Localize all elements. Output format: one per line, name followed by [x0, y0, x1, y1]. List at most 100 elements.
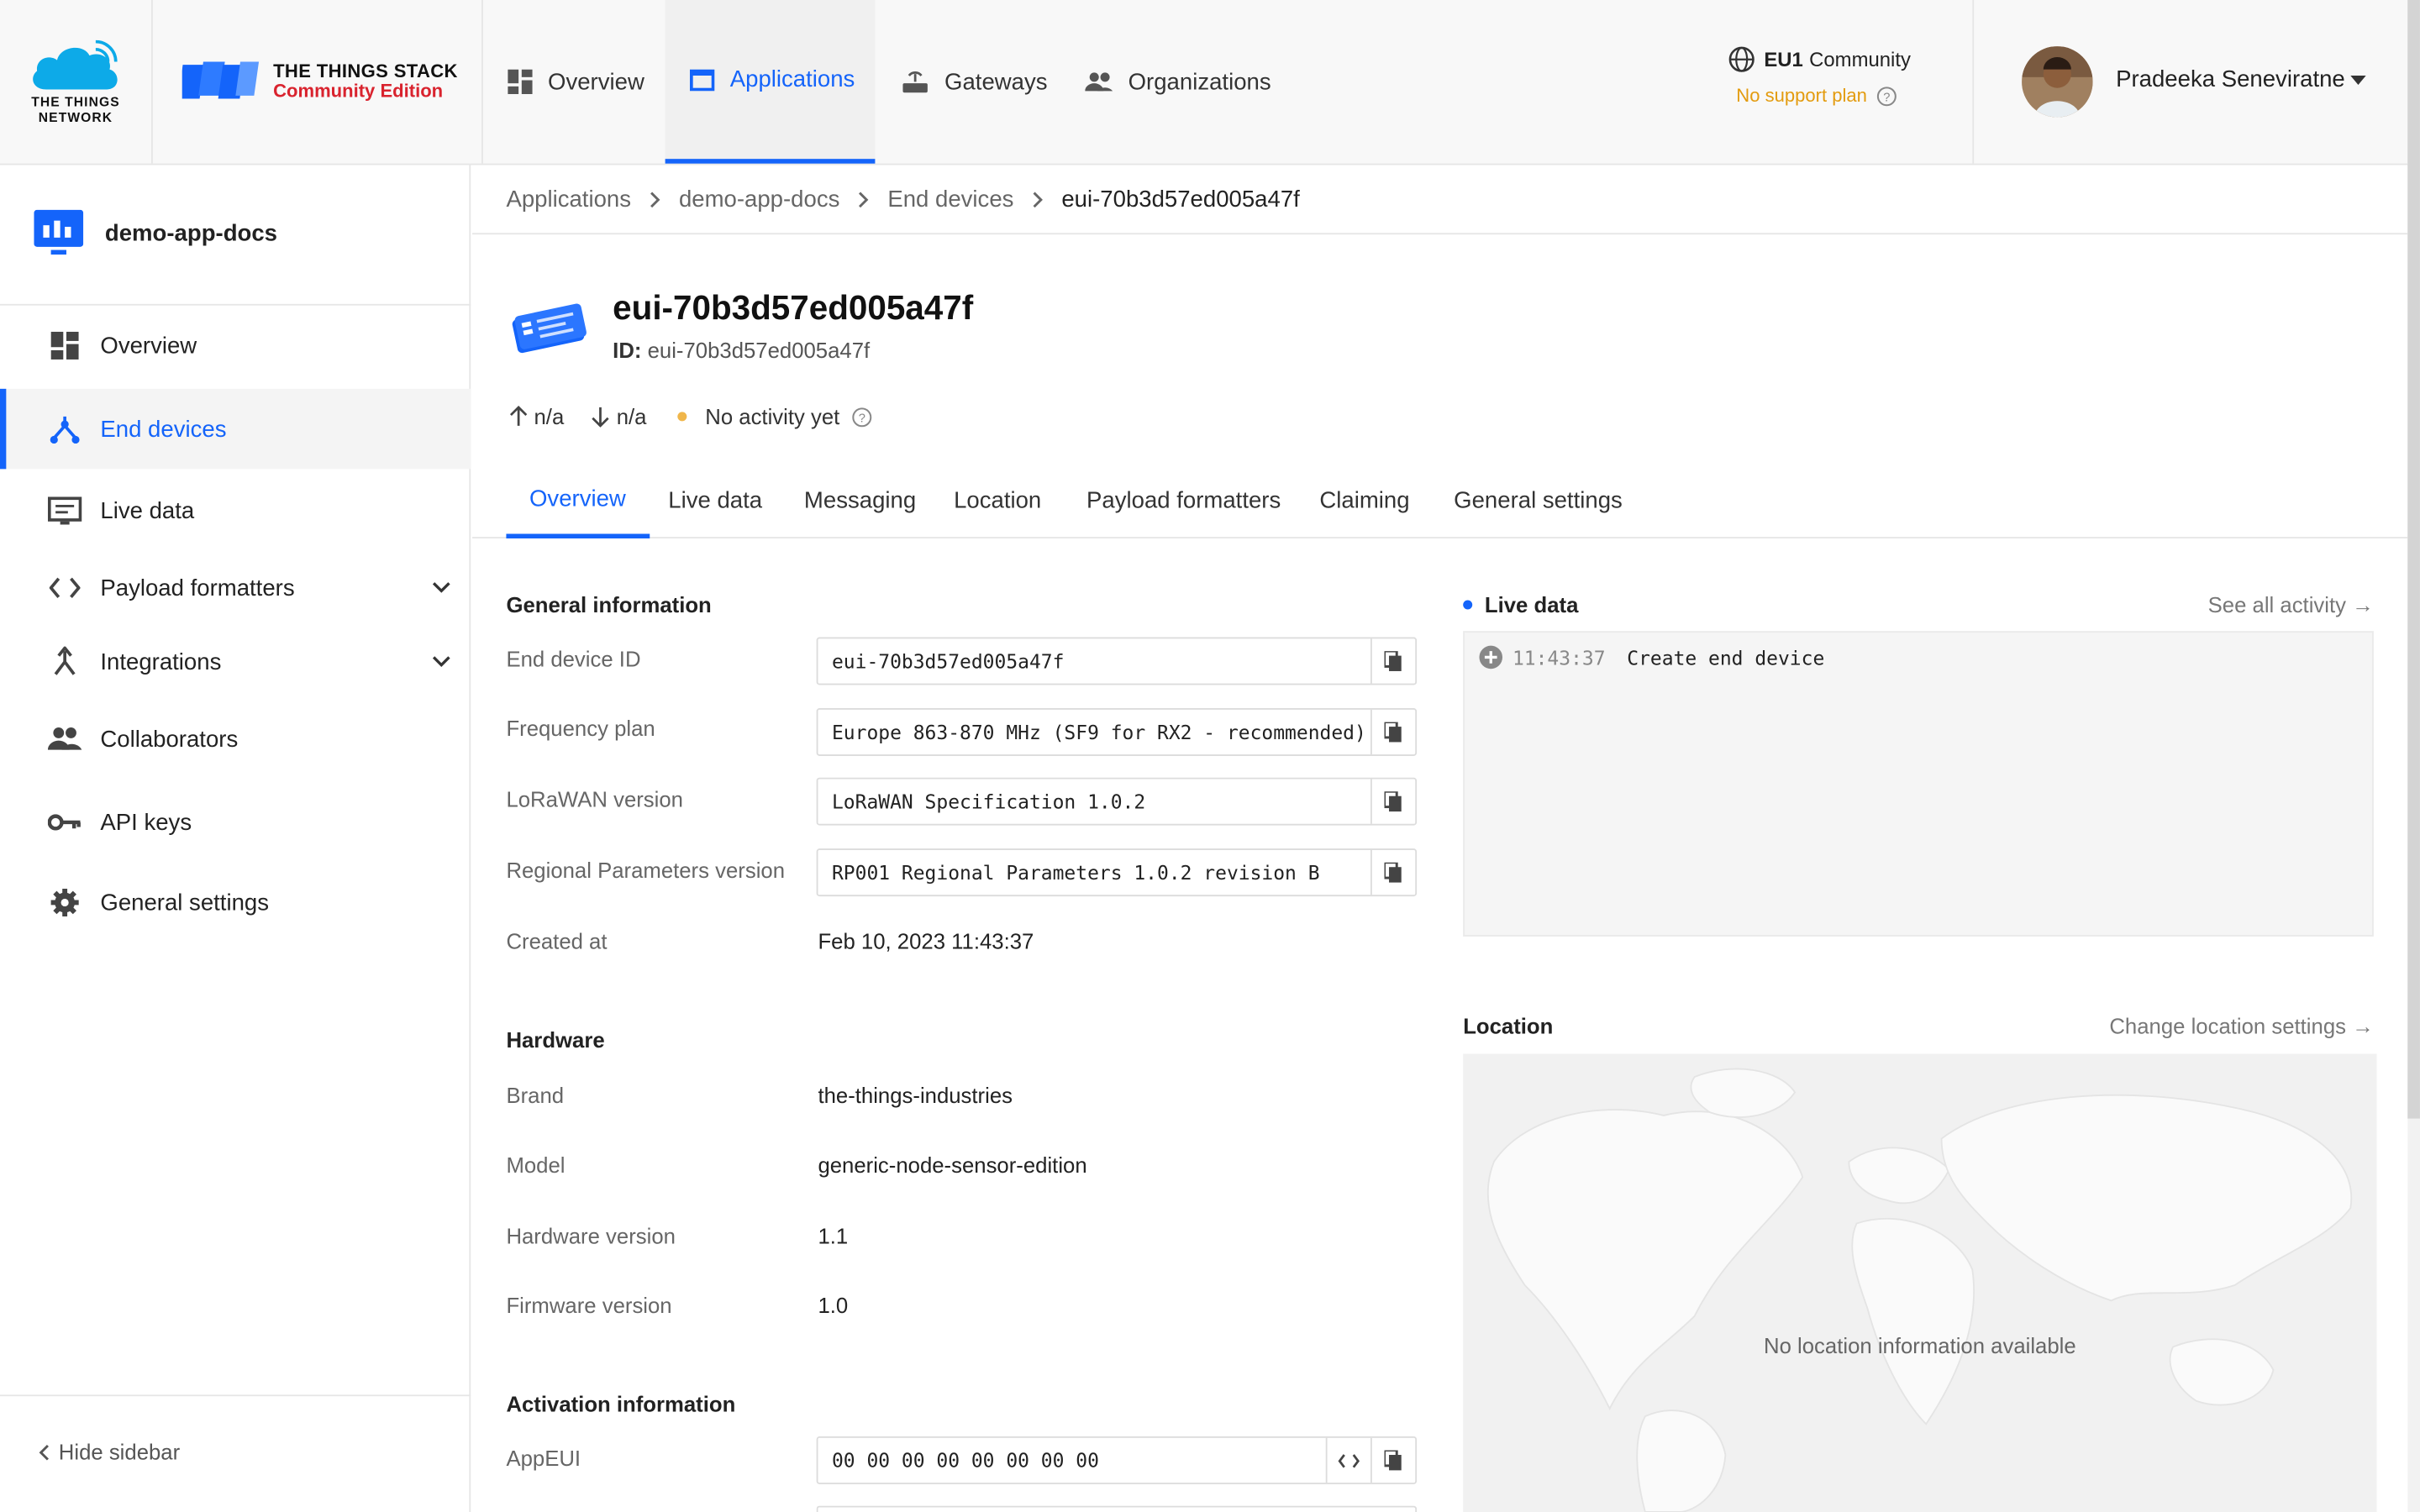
lorawan-version-value[interactable]: LoRaWAN Specification 1.0.2 — [818, 790, 1370, 813]
sidebar-item-overview[interactable]: Overview — [0, 306, 471, 386]
chevron-right-icon — [1033, 191, 1043, 207]
device-stats: n/a n/a No activity yet ? — [509, 404, 900, 429]
location-map[interactable]: No location information available — [1463, 1053, 2377, 1512]
nav-organizations-label: Organizations — [1128, 68, 1271, 95]
toggle-format-button[interactable] — [1325, 1437, 1370, 1483]
see-all-activity-link[interactable]: See all activity → — [2208, 592, 2374, 617]
hardware-version-value: 1.1 — [818, 1223, 849, 1248]
cluster-region: EU1 — [1764, 47, 1803, 71]
tts-logo[interactable]: THE THINGS STACK Community Edition — [155, 0, 483, 164]
appeui-field: 00 00 00 00 00 00 00 00 — [816, 1436, 1418, 1484]
svg-text:?: ? — [859, 411, 865, 424]
nav-applications[interactable]: Applications — [665, 0, 876, 164]
support-plan[interactable]: No support plan ? — [1736, 85, 1944, 107]
plus-circle-icon — [1479, 645, 1503, 669]
change-location-link[interactable]: Change location settings → — [2109, 1014, 2373, 1038]
end-device-id-value[interactable]: eui-70b3d57ed005a47f — [818, 649, 1370, 673]
event-message: Create end device — [1627, 645, 1825, 669]
device-id-value: eui-70b3d57ed005a47f — [647, 338, 871, 363]
copy-icon — [1384, 790, 1402, 811]
application-icon — [34, 209, 84, 255]
hardware-version-label: Hardware version — [506, 1223, 676, 1248]
regional-params-value[interactable]: RP001 Regional Parameters 1.0.2 revision… — [818, 861, 1370, 885]
chevron-left-icon — [39, 1444, 49, 1460]
event-row[interactable]: 11:43:37 Create end device — [1479, 645, 1825, 669]
brand-value: the-things-industries — [818, 1083, 1013, 1108]
uplink-count: n/a — [534, 404, 565, 429]
location-header: Location Change location settings → — [1463, 1014, 2374, 1038]
sidebar-item-end-devices[interactable]: End devices — [0, 388, 471, 470]
nav-organizations[interactable]: Organizations — [1060, 0, 1296, 164]
copy-button[interactable] — [1370, 779, 1415, 824]
sidebar-item-label: Live data — [100, 497, 195, 524]
live-data-title: Live data — [1463, 592, 1578, 617]
device-id: ID: eui-70b3d57ed005a47f — [613, 338, 870, 362]
sidebar-item-collaborators[interactable]: Collaborators — [0, 699, 471, 780]
tab-messaging[interactable]: Messaging — [781, 463, 939, 538]
ttn-logo[interactable]: THE THINGS NETWORK — [0, 0, 153, 164]
copy-button[interactable] — [1370, 1437, 1415, 1483]
sidebar-item-label: Collaborators — [100, 726, 239, 753]
uplink-stat: n/a — [509, 404, 565, 429]
hide-sidebar-label: Hide sidebar — [58, 1439, 181, 1465]
cluster-info[interactable]: EU1 Community No support plan ? — [1697, 46, 1944, 107]
hardware-title: Hardware — [506, 1027, 605, 1053]
collaborators-icon — [47, 727, 82, 750]
user-menu[interactable]: Pradeeka Seneviratne — [1972, 0, 2407, 164]
breadcrumb-applications[interactable]: Applications — [506, 186, 631, 212]
sidebar-app-header: demo-app-docs — [0, 165, 471, 306]
page-scrollbar[interactable] — [2407, 0, 2420, 1512]
integrations-icon — [54, 646, 76, 675]
help-circle-icon[interactable]: ? — [852, 407, 872, 427]
sidebar-item-integrations[interactable]: Integrations — [0, 622, 471, 702]
tts-stack-icon — [182, 61, 260, 99]
user-name: Pradeeka Seneviratne — [2116, 66, 2345, 93]
nav-gateways[interactable]: Gateways — [876, 0, 1072, 164]
tab-general-settings[interactable]: General settings — [1431, 463, 1646, 538]
breadcrumb-current: eui-70b3d57ed005a47f — [1061, 186, 1300, 213]
application-window-icon — [690, 68, 715, 91]
sidebar-item-label: API keys — [100, 809, 192, 836]
svg-text:?: ? — [1883, 90, 1890, 103]
code-icon — [49, 577, 81, 598]
tab-payload-formatters[interactable]: Payload formatters — [1063, 463, 1303, 538]
sidebar-item-live-data[interactable]: Live data — [0, 470, 471, 551]
copy-icon — [1384, 1449, 1402, 1470]
copy-button[interactable] — [1370, 638, 1415, 684]
sidebar: demo-app-docs Overview End devices Live … — [0, 165, 471, 1512]
copy-button[interactable] — [1370, 709, 1415, 755]
model-label: Model — [506, 1152, 566, 1178]
created-at-label: Created at — [506, 928, 608, 954]
sidebar-item-general-settings[interactable]: General settings — [0, 863, 471, 943]
appeui-value[interactable]: 00 00 00 00 00 00 00 00 — [818, 1449, 1325, 1473]
sidebar-item-api-keys[interactable]: API keys — [0, 782, 471, 863]
nav-overview[interactable]: Overview — [483, 0, 669, 164]
breadcrumb-app[interactable]: demo-app-docs — [679, 186, 839, 212]
breadcrumb-end-devices[interactable]: End devices — [887, 186, 1013, 212]
lorawan-version-field: LoRaWAN Specification 1.0.2 — [816, 777, 1418, 826]
tab-location[interactable]: Location — [931, 463, 1065, 538]
no-location-message: No location information available — [1764, 1332, 2076, 1358]
page-title: eui-70b3d57ed005a47f — [613, 288, 974, 328]
sidebar-item-label: Integrations — [100, 648, 222, 675]
hide-sidebar-button[interactable]: Hide sidebar — [39, 1440, 180, 1464]
frequency-plan-value[interactable]: Europe 863-870 MHz (SF9 for RX2 - recomm… — [818, 721, 1370, 744]
tab-live-data[interactable]: Live data — [645, 463, 786, 538]
firmware-version-label: Firmware version — [506, 1293, 672, 1318]
tab-overview[interactable]: Overview — [506, 463, 650, 539]
general-info-title: General information — [506, 592, 712, 617]
tab-claiming[interactable]: Claiming — [1297, 463, 1433, 538]
top-header: THE THINGS NETWORK THE THINGS STACK Comm… — [0, 0, 2420, 165]
page-scrollbar-thumb[interactable] — [2407, 0, 2420, 1119]
downlink-count: n/a — [616, 404, 647, 429]
copy-button[interactable] — [1370, 850, 1415, 895]
frequency-plan-field: Europe 863-870 MHz (SF9 for RX2 - recomm… — [816, 708, 1418, 756]
code-icon — [1338, 1453, 1360, 1467]
live-data-title-text: Live data — [1484, 592, 1579, 617]
next-field — [816, 1505, 1418, 1512]
activity-status: No activity yet ? — [677, 404, 872, 429]
caret-down-icon — [2350, 75, 2366, 86]
appeui-label: AppEUI — [506, 1445, 581, 1471]
sidebar-item-label: General settings — [100, 889, 270, 916]
sidebar-item-payload-formatters[interactable]: Payload formatters — [0, 548, 471, 628]
